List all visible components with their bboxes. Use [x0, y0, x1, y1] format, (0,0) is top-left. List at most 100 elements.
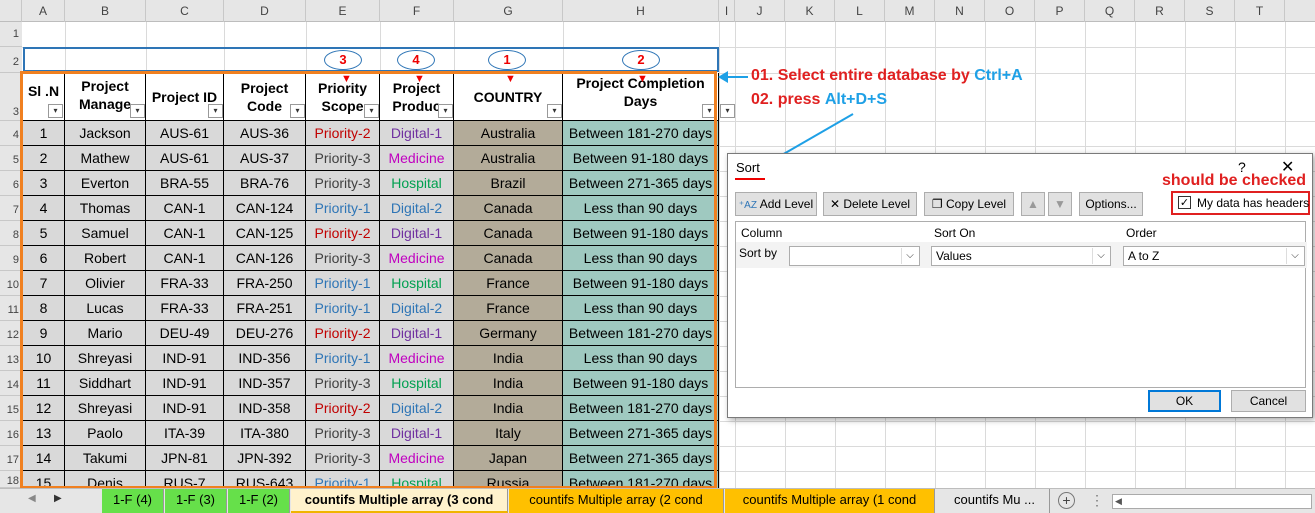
col-header-q[interactable]: Q: [1085, 0, 1135, 22]
col-header-c[interactable]: C: [146, 0, 224, 22]
add-level-label: Add Level: [759, 197, 814, 211]
sort-column-select[interactable]: ⌵: [789, 246, 920, 266]
row-header-11[interactable]: 11: [0, 296, 22, 321]
annotation-step-2-key: Alt+D+S: [824, 91, 888, 108]
col-header-a[interactable]: A: [22, 0, 65, 22]
add-level-icon: ⁺AZ: [738, 200, 760, 211]
col-header-b[interactable]: B: [65, 0, 146, 22]
move-down-button[interactable]: ▼: [1048, 192, 1072, 216]
tab-splitter-icon[interactable]: ⋮: [1090, 492, 1104, 509]
sheet-tab[interactable]: countifs Multiple array (2 cond: [509, 489, 724, 513]
col-header-n[interactable]: N: [935, 0, 985, 22]
sheet-tab[interactable]: countifs Mu ...: [940, 489, 1050, 513]
col-header-e[interactable]: E: [306, 0, 380, 22]
col-header-o[interactable]: O: [985, 0, 1035, 22]
col-header-p[interactable]: P: [1035, 0, 1085, 22]
chevron-down-icon: ⌵: [901, 248, 918, 264]
delete-level-button[interactable]: ✕ Delete Level: [823, 192, 917, 216]
row-header-10[interactable]: 10: [0, 271, 22, 296]
triangle-down-icon: ▼: [1054, 197, 1066, 211]
sort-by-label: Sort by: [739, 246, 778, 260]
sort-levels-grid: Column Sort On Order Sort by ⌵ Values ⌵ A…: [735, 221, 1307, 388]
annotation-should-be-checked: should be checked: [1162, 172, 1307, 189]
sort-order-circle-product: 4: [397, 50, 435, 70]
annotation-step-1-text: 01. Select entire database by: [751, 67, 975, 84]
annotation-step-2: 02. press Alt+D+S: [751, 91, 887, 109]
order-value: A to Z: [1128, 249, 1160, 263]
sort-order-circle-days: 2: [622, 50, 660, 70]
scroll-left-icon[interactable]: ◀: [1115, 495, 1122, 508]
select-all-corner[interactable]: [0, 0, 22, 22]
row-header-3[interactable]: 3: [0, 73, 22, 121]
sheet-tab-active[interactable]: countifs Multiple array (3 cond: [291, 489, 508, 513]
sort-on-header: Sort On: [934, 226, 976, 240]
sheet-tab[interactable]: countifs Multiple array (1 cond: [725, 489, 935, 513]
order-select[interactable]: A to Z ⌵: [1123, 246, 1305, 266]
cancel-button[interactable]: Cancel: [1231, 390, 1306, 412]
col-header-j[interactable]: J: [735, 0, 785, 22]
order-header: Order: [1126, 226, 1157, 240]
options-button[interactable]: Options...: [1079, 192, 1143, 216]
row-header-13[interactable]: 13: [0, 346, 22, 371]
col-header-f[interactable]: F: [380, 0, 454, 22]
delete-icon: ✕: [829, 197, 844, 211]
row2-highlight-box: [23, 47, 719, 72]
row-header-7[interactable]: 7: [0, 196, 22, 221]
row-header-8[interactable]: 8: [0, 221, 22, 246]
selection-outline: [20, 71, 717, 489]
add-sheet-icon[interactable]: +: [1058, 492, 1075, 509]
sort-on-value: Values: [936, 249, 972, 263]
sheet-tab[interactable]: 1-F (4): [102, 489, 164, 513]
row-header-18[interactable]: 18: [0, 471, 22, 488]
tab-scroll-right-icon[interactable]: ▶: [54, 493, 62, 504]
copy-icon: ❐: [931, 197, 947, 211]
col-header-h[interactable]: H: [563, 0, 719, 22]
sheet-tab-bar: ◀ ▶ 1-F (4) 1-F (3) 1-F (2) countifs Mul…: [0, 488, 1315, 513]
row-header-14[interactable]: 14: [0, 371, 22, 396]
ok-button[interactable]: OK: [1148, 390, 1221, 412]
col-header-g[interactable]: G: [454, 0, 563, 22]
sheet-tab[interactable]: 1-F (2): [228, 489, 290, 513]
annotation-step-2-text: 02. press: [751, 91, 825, 108]
row-header-15[interactable]: 15: [0, 396, 22, 421]
column-header: Column: [741, 226, 783, 240]
my-data-has-headers-checkbox[interactable]: ✓: [1178, 196, 1191, 209]
horizontal-scrollbar[interactable]: ◀: [1112, 494, 1312, 509]
col-header-k[interactable]: K: [785, 0, 835, 22]
row-header-9[interactable]: 9: [0, 246, 22, 271]
dialog-title: Sort: [736, 160, 760, 175]
col-header-d[interactable]: D: [224, 0, 306, 22]
add-level-button[interactable]: ⁺AZ Add Level: [735, 192, 817, 216]
my-data-has-headers-label: My data has headers: [1197, 196, 1310, 210]
chevron-down-icon: ⌵: [1092, 248, 1109, 264]
col-header-m[interactable]: M: [885, 0, 935, 22]
row-header-1[interactable]: 1: [0, 22, 22, 47]
copy-level-label: Copy Level: [946, 197, 1007, 211]
annotation-step-1-key: Ctrl+A: [974, 67, 1023, 84]
row-header-17[interactable]: 17: [0, 446, 22, 471]
row-header-2[interactable]: 2: [0, 47, 22, 73]
move-up-button[interactable]: ▲: [1021, 192, 1045, 216]
col-header-t[interactable]: T: [1235, 0, 1285, 22]
sort-order-circle-country: 1: [488, 50, 526, 70]
sort-on-select[interactable]: Values ⌵: [931, 246, 1111, 266]
title-underline: [735, 178, 765, 180]
sheet-tab[interactable]: 1-F (3): [165, 489, 227, 513]
col-header-r[interactable]: R: [1135, 0, 1185, 22]
annotation-step-1: 01. Select entire database by Ctrl+A: [751, 67, 1023, 85]
row-header-6[interactable]: 6: [0, 171, 22, 196]
delete-level-label: Delete Level: [843, 197, 911, 211]
row-header-4[interactable]: 4: [0, 121, 22, 146]
sort-order-circle-priority: 3: [324, 50, 362, 70]
sort-dialog: Sort ? ✕ should be checked ⁺AZ Add Level…: [727, 153, 1313, 418]
col-header-l[interactable]: L: [835, 0, 885, 22]
row-header-5[interactable]: 5: [0, 146, 22, 171]
tab-scroll-left-icon[interactable]: ◀: [28, 493, 36, 504]
col-header-s[interactable]: S: [1185, 0, 1235, 22]
row-header-16[interactable]: 16: [0, 421, 22, 446]
arrow-head-icon: [718, 71, 728, 83]
col-header-i[interactable]: I: [719, 0, 735, 22]
triangle-up-icon: ▲: [1027, 197, 1039, 211]
row-header-12[interactable]: 12: [0, 321, 22, 346]
copy-level-button[interactable]: ❐ Copy Level: [924, 192, 1014, 216]
